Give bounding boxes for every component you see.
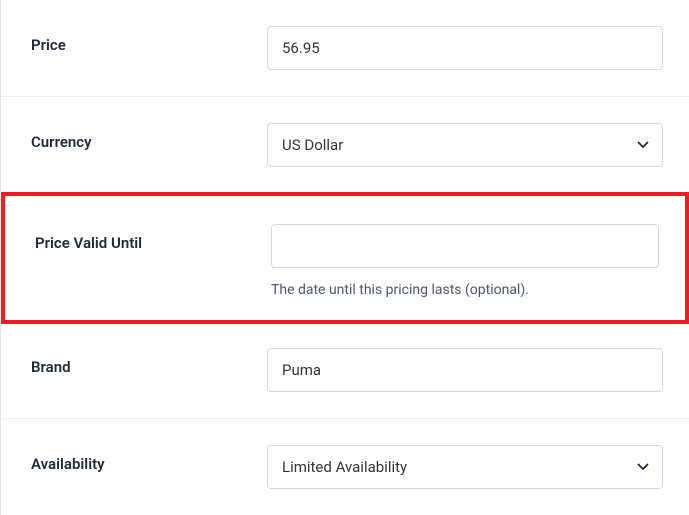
currency-label: Currency xyxy=(31,123,267,151)
row-price: Price xyxy=(1,0,689,97)
row-brand: Brand xyxy=(1,322,689,419)
currency-select-wrap: US Dollar xyxy=(267,123,663,167)
currency-select[interactable]: US Dollar xyxy=(267,123,663,167)
currency-control: US Dollar xyxy=(267,123,663,167)
price-valid-until-input[interactable] xyxy=(271,224,659,268)
row-currency: Currency US Dollar xyxy=(1,97,689,194)
availability-control: Limited Availability xyxy=(267,445,663,489)
form-wrapper: Price Currency US Dollar Price Valid Unt… xyxy=(0,0,689,515)
price-control xyxy=(267,26,663,70)
availability-select[interactable]: Limited Availability xyxy=(267,445,663,489)
price-valid-until-label: Price Valid Until xyxy=(35,224,271,252)
row-availability: Availability Limited Availability xyxy=(1,419,689,515)
price-label: Price xyxy=(31,26,267,54)
availability-label: Availability xyxy=(31,445,267,473)
row-price-valid-until: Price Valid Until The date until this pr… xyxy=(1,192,689,324)
availability-select-wrap: Limited Availability xyxy=(267,445,663,489)
brand-label: Brand xyxy=(31,348,267,376)
brand-control xyxy=(267,348,663,392)
price-input[interactable] xyxy=(267,26,663,70)
price-valid-until-help: The date until this pricing lasts (optio… xyxy=(271,282,659,298)
brand-input[interactable] xyxy=(267,348,663,392)
price-valid-until-control: The date until this pricing lasts (optio… xyxy=(271,224,659,298)
